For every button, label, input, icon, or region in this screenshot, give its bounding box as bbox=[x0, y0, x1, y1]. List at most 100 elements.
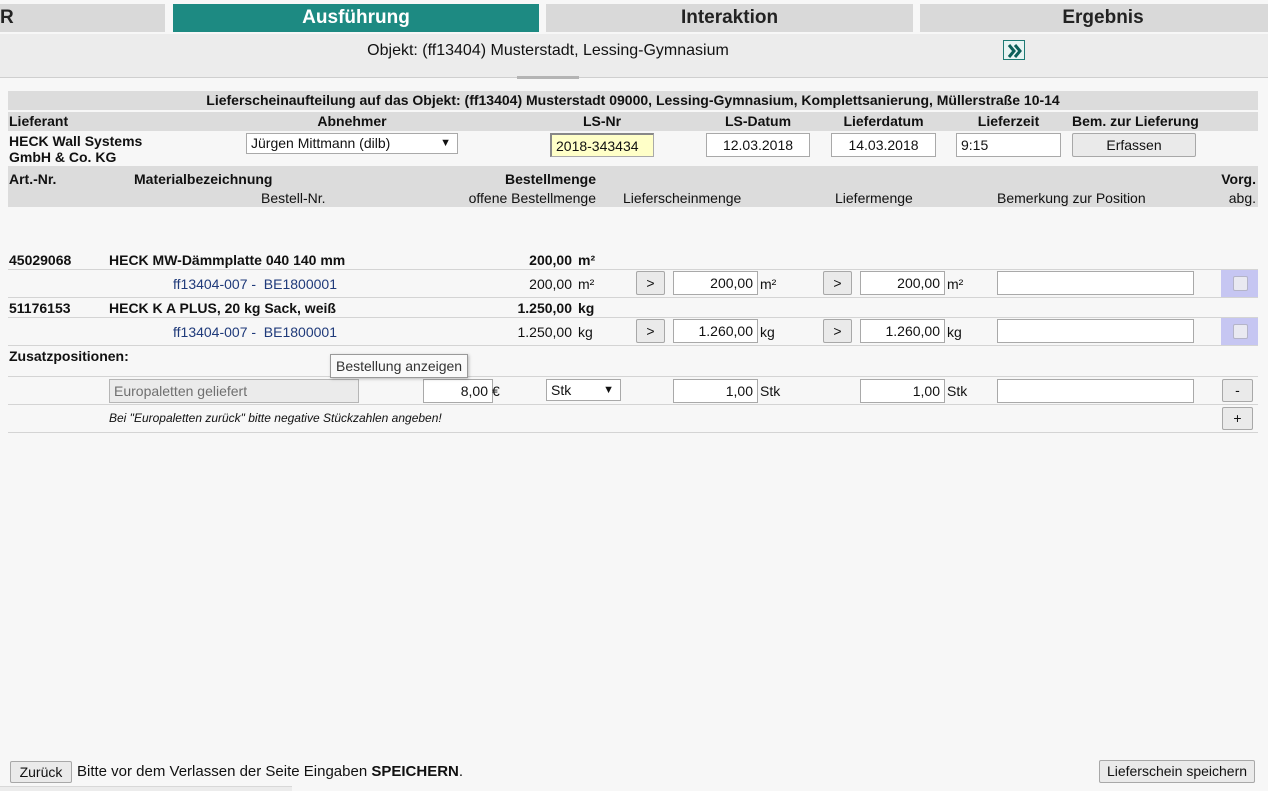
ls-nr-input[interactable]: 2018-343434 bbox=[550, 133, 654, 157]
item-name: HECK MW-Dämmplatte 040 140 mm bbox=[109, 252, 346, 268]
liefer-qty-value: 1.260,00 bbox=[885, 323, 941, 339]
footer-message-emphasis: SPEICHERN bbox=[371, 763, 459, 780]
back-button[interactable]: Zurück bbox=[10, 761, 72, 783]
erfassen-label: Erfassen bbox=[1106, 137, 1162, 153]
double-chevron-icon bbox=[1007, 44, 1022, 58]
currency-symbol: € bbox=[492, 383, 500, 399]
zusatz-ls-qty-input[interactable]: 1,00 bbox=[673, 379, 758, 403]
col-liefermenge: Liefermenge bbox=[835, 190, 913, 206]
item-name: HECK K A PLUS, 20 kg Sack, weiß bbox=[109, 300, 336, 316]
item-art-nr: 51176153 bbox=[9, 300, 71, 316]
abg-cell bbox=[1221, 318, 1258, 345]
col-bestell-nr: Bestell-Nr. bbox=[261, 190, 326, 206]
liefer-qty-unit: kg bbox=[947, 324, 962, 340]
row-divider bbox=[8, 345, 1258, 346]
copy-ls-qty-button[interactable]: > bbox=[636, 271, 665, 295]
zusatz-price-value: 8,00 bbox=[460, 383, 488, 399]
zusatz-hint: Bei "Europaletten zurück" bitte negative… bbox=[109, 411, 442, 425]
order-link[interactable]: ff13404-007 - BE1800001 bbox=[173, 324, 337, 340]
erfassen-button[interactable]: Erfassen bbox=[1072, 133, 1196, 157]
tab-label: R bbox=[0, 7, 14, 28]
item-art-nr: 45029068 bbox=[9, 252, 72, 268]
copy-ls-qty-button[interactable]: > bbox=[636, 319, 665, 343]
scroll-indicator bbox=[517, 76, 579, 79]
tab-ergebnis[interactable]: Ergebnis bbox=[920, 4, 1268, 32]
item-unit: kg bbox=[578, 300, 595, 316]
abg-checkbox[interactable] bbox=[1233, 276, 1248, 291]
zusatz-price-input[interactable]: 8,00 bbox=[423, 379, 493, 403]
footer-message-suffix: . bbox=[458, 763, 464, 780]
col-offene: offene Bestellmenge bbox=[468, 190, 596, 206]
arrow-label: > bbox=[833, 275, 842, 291]
row-divider bbox=[8, 376, 1258, 377]
ls-qty-value: 200,00 bbox=[710, 275, 753, 291]
row-divider bbox=[8, 269, 1258, 270]
recipient-select[interactable]: Jürgen Mittmann (dilb) ▼ bbox=[246, 133, 458, 154]
save-lieferschein-button[interactable]: Lieferschein speichern bbox=[1099, 760, 1255, 783]
open-qty-unit: kg bbox=[578, 324, 593, 340]
lsnr-label: LS-Nr bbox=[582, 113, 622, 129]
zusatz-name-value: Europaletten geliefert bbox=[114, 383, 248, 399]
lieferant-label: Lieferant bbox=[9, 113, 69, 129]
zusatz-name-input[interactable]: Europaletten geliefert bbox=[109, 379, 359, 403]
arrow-label: > bbox=[646, 323, 655, 339]
col-bestellmenge: Bestellmenge bbox=[504, 171, 596, 187]
lieferdatum-input[interactable]: 14.03.2018 bbox=[831, 133, 936, 157]
item-unit: m² bbox=[578, 252, 596, 268]
zusatz-liefer-qty-input[interactable]: 1,00 bbox=[860, 379, 945, 403]
copy-liefer-qty-button[interactable]: > bbox=[823, 319, 852, 343]
row-divider bbox=[8, 432, 1258, 433]
lieferzeit-input[interactable]: 9:15 bbox=[956, 133, 1061, 157]
tab-interaktion[interactable]: Interaktion bbox=[546, 4, 913, 32]
row-divider bbox=[8, 317, 1258, 318]
ls-datum-input[interactable]: 12.03.2018 bbox=[706, 133, 810, 157]
tooltip: Bestellung anzeigen bbox=[330, 354, 469, 378]
dropdown-arrow-icon: ▼ bbox=[603, 384, 614, 396]
tab-label: Ausführung bbox=[302, 7, 410, 28]
supplier-line2: GmbH & Co. KG bbox=[9, 149, 117, 165]
supplier-name: HECK Wall Systems GmbH & Co. KG bbox=[9, 133, 142, 165]
zusatz-unit-value: Stk bbox=[551, 382, 572, 398]
zusatz-remark-input[interactable] bbox=[997, 379, 1194, 403]
tab-ausfuehrung[interactable]: Ausführung bbox=[173, 4, 539, 32]
open-qty: 1.250,00 bbox=[517, 324, 573, 340]
abnehmer-label: Abnehmer bbox=[317, 113, 387, 129]
copy-liefer-qty-button[interactable]: > bbox=[823, 271, 852, 295]
liefer-qty-unit: m² bbox=[947, 276, 964, 292]
lieferzeit-label: Lieferzeit bbox=[977, 113, 1040, 129]
ls-nr-value: 2018-343434 bbox=[556, 138, 639, 154]
horizontal-scrollbar[interactable] bbox=[0, 786, 292, 791]
open-qty-unit: m² bbox=[578, 276, 595, 292]
zusatz-liefer-qty-value: 1,00 bbox=[912, 383, 940, 399]
plus-label: + bbox=[1233, 410, 1242, 426]
tab-r[interactable]: R bbox=[0, 4, 165, 32]
order-link[interactable]: ff13404-007 - BE1800001 bbox=[173, 276, 337, 292]
position-remark-input[interactable] bbox=[997, 271, 1194, 295]
liefer-qty-input[interactable]: 200,00 bbox=[860, 271, 945, 295]
ls-qty-input[interactable]: 200,00 bbox=[673, 271, 758, 295]
forward-icon[interactable] bbox=[1003, 40, 1025, 60]
zusatz-unit-select[interactable]: Stk ▼ bbox=[546, 379, 621, 401]
table-title: Lieferscheinaufteilung auf das Objekt: (… bbox=[8, 91, 1258, 110]
row-divider bbox=[8, 297, 1258, 298]
abg-cell bbox=[1221, 270, 1258, 297]
abg-checkbox[interactable] bbox=[1233, 324, 1248, 339]
arrow-label: > bbox=[646, 275, 655, 291]
col-material: Materialbezeichnung bbox=[134, 171, 273, 187]
col-lieferscheinmenge: Lieferscheinmenge bbox=[623, 190, 742, 206]
zusatz-ls-qty-value: 1,00 bbox=[725, 383, 753, 399]
bem-lieferung-label: Bem. zur Lieferung bbox=[1072, 113, 1199, 129]
minus-label: - bbox=[1235, 382, 1240, 398]
item-bestellmenge: 1.250,00 bbox=[517, 300, 573, 316]
liefer-qty-input[interactable]: 1.260,00 bbox=[860, 319, 945, 343]
ls-qty-input[interactable]: 1.260,00 bbox=[673, 319, 758, 343]
remove-zusatz-button[interactable]: - bbox=[1222, 379, 1253, 402]
footer-message-text: Bitte vor dem Verlassen der Seite Eingab… bbox=[77, 763, 372, 780]
supplier-line1: HECK Wall Systems bbox=[9, 133, 143, 149]
lsdatum-label: LS-Datum bbox=[724, 113, 792, 129]
position-remark-input[interactable] bbox=[997, 319, 1194, 343]
add-zusatz-button[interactable]: + bbox=[1222, 407, 1253, 430]
object-title: Objekt: (ff13404) Musterstadt, Lessing-G… bbox=[367, 42, 729, 59]
item-bestellmenge: 200,00 bbox=[529, 252, 572, 268]
arrow-label: > bbox=[833, 323, 842, 339]
